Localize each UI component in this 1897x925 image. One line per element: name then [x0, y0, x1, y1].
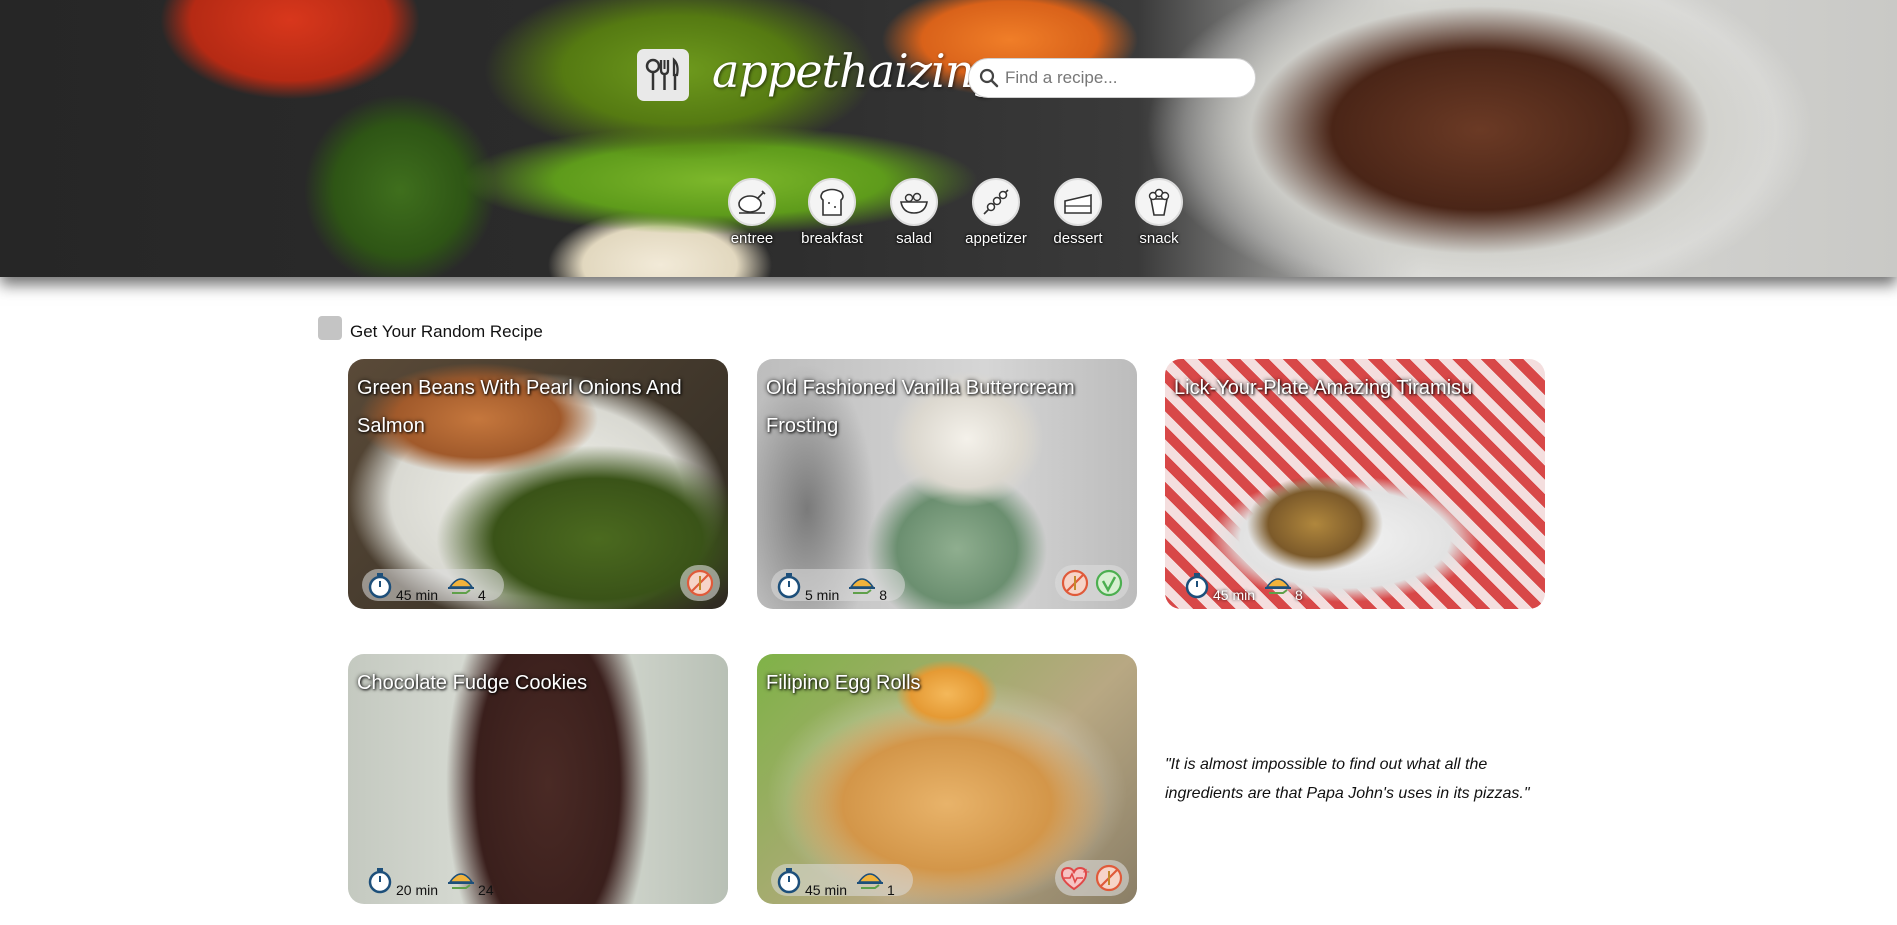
fork-knife-icon [645, 57, 679, 90]
search-icon [977, 66, 1001, 90]
search-bar[interactable] [968, 58, 1256, 98]
gluten-free-icon [1060, 568, 1090, 598]
category-dessert[interactable]: dessert [1038, 178, 1118, 247]
gluten-free-icon [1094, 863, 1124, 893]
time-value: 5 min [805, 587, 840, 603]
time-value: 45 min [396, 587, 439, 603]
time-info: 45 min [775, 866, 847, 898]
category-snack[interactable]: snack [1119, 178, 1199, 247]
category-label: breakfast [801, 230, 863, 247]
recipe-meta: 5 min 8 [771, 569, 906, 603]
recipe-meta: 45 min 1 [771, 864, 913, 898]
servings-info: 8 [1263, 571, 1303, 603]
recipe-title: Green Beans With Pearl Onions And Salmon [357, 377, 682, 437]
category-appetizer[interactable]: appetizer [956, 178, 1036, 247]
servings-info: 24 [446, 866, 494, 898]
popcorn-icon [1135, 178, 1183, 226]
stopwatch-icon [368, 573, 392, 599]
stopwatch-icon [777, 573, 801, 599]
serving-dish-icon [849, 578, 876, 594]
vegetarian-icon [1094, 568, 1124, 598]
brand-wordmark[interactable]: appethaizing [712, 44, 1003, 114]
servings-value: 24 [478, 882, 494, 898]
time-value: 45 min [1213, 587, 1256, 603]
servings-value: 8 [879, 587, 888, 603]
recipe-title: Chocolate Fudge Cookies [357, 672, 588, 694]
recipe-card[interactable]: Old Fashioned Vanilla Buttercream Frosti… [757, 359, 1137, 609]
recipe-meta: 45 min 4 [362, 569, 504, 603]
gluten-free-icon [685, 568, 715, 598]
search-input[interactable] [1005, 68, 1245, 88]
chicken-icon [728, 178, 776, 226]
category-nav: entree breakfast salad appetizer dessert [712, 178, 1183, 258]
diet-badges [680, 565, 720, 601]
random-recipe-label: Get Your Random Recipe [350, 322, 543, 341]
time-info: 45 min [1183, 571, 1255, 603]
category-breakfast[interactable]: breakfast [792, 178, 872, 247]
hero-header: appethaizing entree breakfast salad [0, 0, 1897, 277]
recipe-card[interactable]: Lick-Your-Plate Amazing Tiramisu 45 min … [1165, 359, 1545, 609]
serving-dish-icon [1265, 578, 1292, 594]
skewer-icon [972, 178, 1020, 226]
cake-icon [1054, 178, 1102, 226]
diet-badges: + [1055, 860, 1129, 896]
time-value: 20 min [396, 882, 439, 898]
category-label: salad [896, 230, 932, 247]
logo-box[interactable] [637, 49, 689, 101]
category-entree[interactable]: entree [712, 178, 792, 247]
time-value: 45 min [805, 882, 848, 898]
recipe-meta: 45 min 8 [1179, 569, 1321, 603]
category-label: dessert [1053, 230, 1103, 247]
stopwatch-icon [368, 868, 392, 894]
servings-info: 1 [855, 866, 895, 898]
servings-info: 4 [446, 571, 486, 603]
time-info: 5 min [775, 571, 839, 603]
serving-dish-icon [448, 873, 475, 889]
category-salad[interactable]: salad [874, 178, 954, 247]
recipe-meta: 20 min 24 [362, 864, 512, 898]
recipe-card[interactable]: Green Beans With Pearl Onions And Salmon… [348, 359, 728, 609]
random-checkbox[interactable] [318, 316, 342, 340]
recipe-title: Old Fashioned Vanilla Buttercream Frosti… [766, 377, 1075, 437]
time-info: 20 min [366, 866, 438, 898]
bread-icon [808, 178, 856, 226]
servings-value: 1 [887, 882, 895, 898]
random-recipe-toggle[interactable]: Get Your Random Recipe [318, 314, 543, 342]
category-label: appetizer [965, 230, 1027, 247]
recipe-card[interactable]: Chocolate Fudge Cookies 20 min 24 [348, 654, 728, 904]
serving-dish-icon [448, 578, 475, 594]
healthy-heart-icon: + [1060, 863, 1090, 893]
servings-info: 8 [847, 571, 887, 603]
recipe-title: Filipino Egg Rolls [766, 672, 921, 694]
recipe-title: Lick-Your-Plate Amazing Tiramisu [1174, 377, 1473, 399]
stopwatch-icon [1185, 573, 1209, 599]
svg-text:+: + [1082, 867, 1090, 878]
stopwatch-icon [777, 868, 801, 894]
time-info: 45 min [366, 571, 438, 603]
servings-value: 8 [1295, 587, 1303, 603]
salad-bowl-icon [890, 178, 938, 226]
servings-value: 4 [478, 587, 486, 603]
category-label: entree [730, 230, 774, 247]
category-label: snack [1139, 230, 1179, 247]
serving-dish-icon [857, 873, 884, 889]
recipe-card[interactable]: Filipino Egg Rolls 45 min 1 + [757, 654, 1137, 904]
diet-badges [1055, 565, 1129, 601]
food-quote: "It is almost impossible to find out wha… [1165, 756, 1530, 802]
